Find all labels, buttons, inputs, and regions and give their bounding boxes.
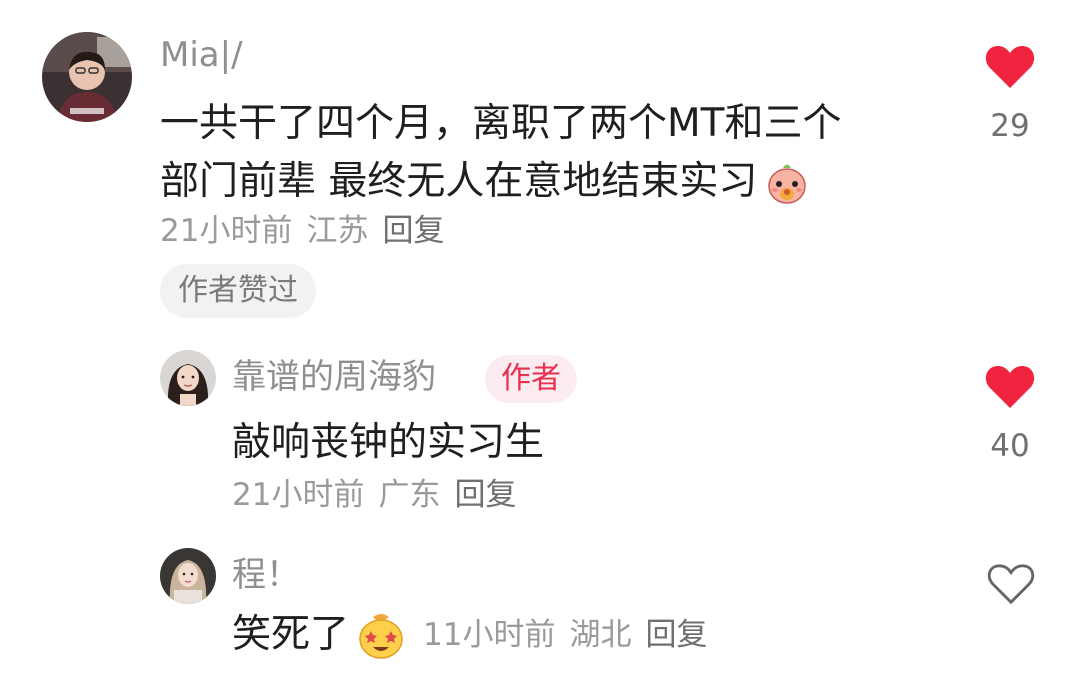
- reply-button[interactable]: 回复: [382, 213, 444, 249]
- avatar[interactable]: [160, 548, 216, 604]
- reply-text: 敲响丧钟的实习生: [232, 420, 545, 465]
- author-liked-badge: 作者赞过: [160, 264, 316, 318]
- starry-eyes-emoji-icon: [355, 609, 407, 661]
- comment-time: 21小时前: [160, 213, 293, 249]
- reply-time: 21小时前: [232, 477, 365, 513]
- comment-username[interactable]: Mia|/: [160, 38, 243, 72]
- reply-button[interactable]: 回复: [454, 477, 516, 513]
- reply-meta: 21小时前 广东 回复: [232, 480, 530, 511]
- reply-username[interactable]: 靠谱的周海豹: [232, 360, 436, 394]
- author-badge: 作者: [485, 355, 577, 403]
- like-count: 40: [990, 428, 1030, 464]
- avatar[interactable]: [160, 350, 216, 406]
- reply-location: 湖北: [569, 616, 632, 653]
- comment-meta: 21小时前 江苏 回复: [160, 216, 458, 247]
- reply-meta: 11小时前 湖北 回复: [423, 616, 721, 653]
- like-button[interactable]: [984, 44, 1036, 90]
- heart-filled-icon: [985, 46, 1035, 88]
- reply-row: 笑死了 11小时前 湖北 回复: [232, 606, 721, 664]
- reply-button[interactable]: 回复: [645, 617, 707, 653]
- reply-time: 11小时前: [423, 616, 556, 653]
- comment-text-line: 一共干了四个月，离职了两个MT和三个: [160, 101, 842, 146]
- reply-text: 笑死了: [232, 612, 350, 657]
- peach-face-emoji-icon: [763, 158, 811, 206]
- comment-text-line: 部门前辈 最终无人在意地结束实习: [160, 159, 758, 204]
- heart-filled-icon: [985, 366, 1035, 408]
- avatar[interactable]: [42, 32, 132, 122]
- heart-outline-icon: [987, 564, 1035, 605]
- reply-location: 广东: [378, 477, 441, 513]
- like-button[interactable]: [984, 364, 1036, 410]
- reply-username[interactable]: 程！: [232, 558, 300, 592]
- like-button[interactable]: [986, 562, 1036, 606]
- comment-text: 一共干了四个月，离职了两个MT和三个 部门前辈 最终无人在意地结束实习: [160, 95, 920, 211]
- like-count: 29: [990, 108, 1030, 144]
- comment-location: 江苏: [306, 213, 369, 249]
